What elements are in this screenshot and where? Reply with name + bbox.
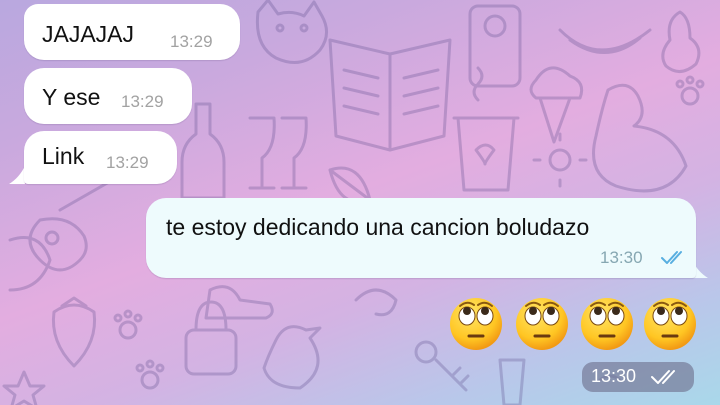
- message-time: 13:29: [121, 92, 164, 111]
- face-with-rolling-eyes-icon: [644, 298, 696, 350]
- message-text: te estoy dedicando una cancion boludazo: [166, 214, 590, 240]
- bubble-tail-icon: [9, 166, 25, 184]
- incoming-message-bubble[interactable]: Y ese 13:29: [24, 68, 192, 124]
- message-time: 13:30: [600, 248, 643, 267]
- message-time: 13:29: [106, 153, 149, 172]
- message-text: Link: [42, 143, 85, 169]
- message-time: 13:30: [591, 366, 637, 386]
- emoji-message[interactable]: [448, 296, 710, 354]
- message-time-pill: 13:30: [582, 362, 694, 392]
- double-check-read-icon: [661, 251, 682, 264]
- face-with-rolling-eyes-icon: [581, 298, 633, 350]
- double-check-read-icon: [651, 370, 675, 384]
- face-with-rolling-eyes-icon: [450, 298, 502, 350]
- message-text: Y ese: [42, 84, 101, 110]
- message-time: 13:29: [170, 32, 213, 51]
- face-with-rolling-eyes-icon: [516, 298, 568, 350]
- outgoing-message-bubble[interactable]: te estoy dedicando una cancion boludazo …: [146, 198, 696, 278]
- incoming-message-bubble[interactable]: Link 13:29: [24, 131, 177, 184]
- message-text: JAJAJAJ: [42, 21, 135, 47]
- incoming-message-bubble[interactable]: JAJAJAJ 13:29: [24, 4, 240, 60]
